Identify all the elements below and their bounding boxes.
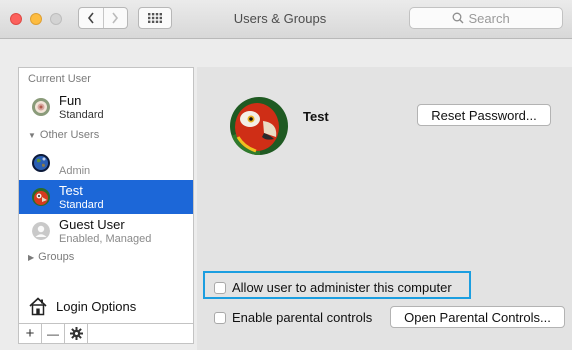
parrot-avatar-large[interactable] [230, 97, 288, 155]
reset-password-button[interactable]: Reset Password... [417, 104, 551, 126]
search-icon [452, 12, 463, 24]
search-input[interactable] [468, 10, 521, 26]
search-field[interactable] [409, 7, 563, 29]
add-user-button[interactable]: + [19, 324, 42, 343]
allow-admin-label: Allow user to administer this computer [232, 280, 452, 295]
guest-avatar [32, 222, 50, 240]
sidebar-bottom-bar: + — [19, 323, 193, 343]
user-name: Test [59, 183, 83, 198]
parental-controls-option[interactable]: Enable parental controls [214, 310, 372, 325]
earth-avatar [32, 154, 50, 172]
login-options-label: Login Options [56, 298, 137, 314]
minimize-window-button[interactable] [30, 13, 42, 25]
user-role: Standard [59, 199, 104, 211]
user-detail-panel: Test Reset Password... Allow user to adm… [197, 67, 572, 350]
show-all-button[interactable] [138, 7, 172, 29]
action-menu-button[interactable] [65, 324, 88, 343]
groups-header[interactable]: ▶ Groups [28, 251, 74, 263]
chevron-right-icon [112, 12, 119, 24]
other-users-label: Other Users [39, 129, 100, 141]
allow-admin-checkbox[interactable] [214, 281, 226, 294]
selected-user-name: Test [303, 109, 329, 124]
sidebar-item-fun[interactable]: Fun Standard [19, 90, 193, 124]
forward-button[interactable] [102, 8, 128, 28]
user-role: Admin [59, 165, 91, 177]
user-role: Enabled, Managed [59, 233, 152, 245]
parental-controls-label: Enable parental controls [232, 310, 373, 325]
parrot-avatar [32, 188, 50, 206]
parental-controls-checkbox[interactable] [214, 311, 226, 324]
sidebar-item-test[interactable]: Test Standard [19, 180, 193, 214]
zoom-window-button[interactable] [50, 13, 62, 25]
remove-user-button[interactable]: — [42, 324, 65, 343]
allow-admin-option[interactable]: Allow user to administer this computer [214, 280, 452, 295]
users-sidebar: Current User Fun Standard ▼ Other Users [18, 67, 194, 344]
back-button[interactable] [79, 8, 103, 28]
users-groups-window: Users & Groups Current User Fun Standard [0, 0, 572, 350]
close-window-button[interactable] [10, 13, 22, 25]
other-users-header[interactable]: ▼ Other Users [28, 129, 99, 141]
flower-avatar [32, 98, 50, 116]
window-title: Users & Groups [233, 11, 327, 26]
user-name: Fun [59, 93, 82, 108]
chevron-left-icon [87, 12, 94, 24]
groups-label: Groups [38, 251, 75, 263]
disclosure-open-icon: ▼ [28, 130, 36, 140]
open-parental-controls-button[interactable]: Open Parental Controls... [390, 306, 565, 328]
sidebar-item-guest-user[interactable]: Guest User Enabled, Managed [19, 214, 193, 248]
navigation-buttons [78, 7, 128, 29]
title-bar: Users & Groups [0, 0, 572, 39]
house-icon [29, 297, 47, 316]
grid-icon [148, 13, 162, 23]
user-role: Standard [59, 109, 104, 121]
sidebar-item-admin[interactable]: Admin [19, 146, 193, 180]
login-options-item[interactable]: Login Options [19, 293, 193, 319]
user-name: Guest User [59, 217, 125, 232]
gear-icon [69, 327, 83, 340]
current-user-header: Current User [28, 73, 91, 85]
disclosure-closed-icon: ▶ [28, 252, 35, 262]
